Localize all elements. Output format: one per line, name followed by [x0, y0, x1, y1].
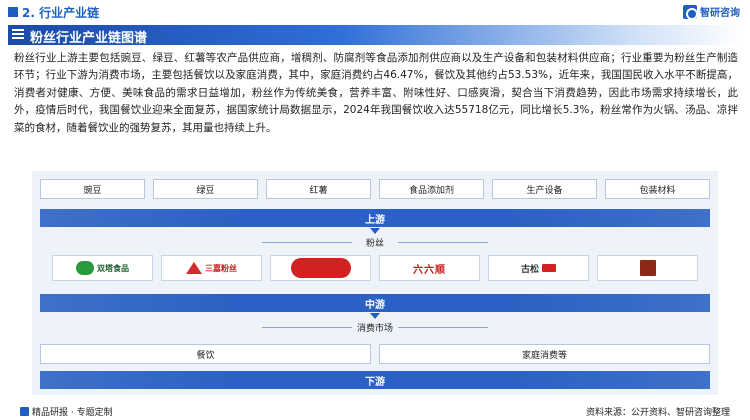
downstream-items: 餐饮 家庭消费等	[40, 344, 710, 364]
logo-text: 六六顺	[413, 264, 446, 276]
downstream-band: 下游	[40, 371, 710, 389]
footer-tagline: 精品研报 · 专题定制	[32, 408, 113, 418]
logo-text: 双塔食品	[97, 263, 129, 273]
downstream-item: 家庭消费等	[379, 344, 710, 364]
sanjia-logo-icon	[186, 262, 202, 274]
section-marker-icon	[8, 7, 18, 17]
red-brand-logo	[270, 255, 371, 281]
downstream-label: 消费市场	[356, 324, 393, 334]
section-title: 2. 行业产业链	[22, 6, 100, 20]
gusong-logo-icon	[542, 264, 556, 272]
midstream-band-label: 中游	[365, 299, 385, 311]
midstream-logos: 双塔食品 三嘉粉丝 六六顺 古松	[52, 255, 698, 281]
brand-logo: 智研咨询	[683, 4, 740, 20]
downstream-item: 餐饮	[40, 344, 371, 364]
downstream-band-label: 下游	[365, 376, 385, 388]
divider	[398, 242, 488, 243]
upstream-band-label: 上游	[365, 214, 385, 226]
upstream-band: 上游	[40, 209, 710, 227]
upstream-item: 红薯	[266, 179, 371, 199]
page-title: 粉丝行业产业链图谱	[30, 31, 148, 46]
footer: 精品研报 · 专题定制 资料来源：公开资料、智研咨询整理	[0, 400, 750, 420]
double-tower-logo-icon	[76, 261, 94, 275]
industry-chain-diagram: 豌豆 绿豆 红薯 食品添加剂 生产设备 包装材料 上游 粉丝 双塔食品 三嘉粉丝…	[32, 171, 718, 395]
upstream-item: 生产设备	[492, 179, 597, 199]
intro-paragraph: 粉丝行业上游主要包括豌豆、绿豆、红薯等农产品供应商，增稠剂、防腐剂等食品添加剂供…	[14, 52, 738, 134]
brand-name: 智研咨询	[700, 8, 740, 19]
down-arrow-icon	[370, 313, 380, 319]
upstream-item: 食品添加剂	[379, 179, 484, 199]
down-arrow-icon	[370, 228, 380, 234]
top-bar: 2. 行业产业链 智研咨询	[0, 0, 750, 24]
upstream-item: 绿豆	[153, 179, 258, 199]
logo-text: 古松	[520, 264, 539, 275]
page-title-bar: 粉丝行业产业链图谱	[8, 25, 742, 46]
footer-left: 精品研报 · 专题定制	[20, 405, 113, 418]
heritage-brand-logo	[597, 255, 698, 281]
red-brand-logo-icon	[290, 258, 351, 278]
upstream-items: 豌豆 绿豆 红薯 食品添加剂 生产设备 包装材料	[40, 179, 710, 199]
brand-icon	[683, 4, 698, 20]
upstream-item: 豌豆	[40, 179, 145, 199]
logo-text: 三嘉粉丝	[205, 263, 237, 273]
liuliushun-logo: 六六顺	[379, 255, 480, 281]
double-tower-logo: 双塔食品	[52, 255, 153, 281]
sanjia-logo: 三嘉粉丝	[161, 255, 262, 281]
heritage-brand-logo-icon	[639, 260, 656, 276]
upstream-item: 包装材料	[605, 179, 710, 199]
divider	[398, 327, 488, 328]
menu-lines-icon	[12, 29, 24, 41]
gusong-logo: 古松	[488, 255, 589, 281]
report-icon	[20, 407, 29, 416]
midstream-label: 粉丝	[365, 239, 384, 249]
midstream-band: 中游	[40, 294, 710, 312]
source-note: 资料来源：公开资料、智研咨询整理	[585, 408, 730, 418]
